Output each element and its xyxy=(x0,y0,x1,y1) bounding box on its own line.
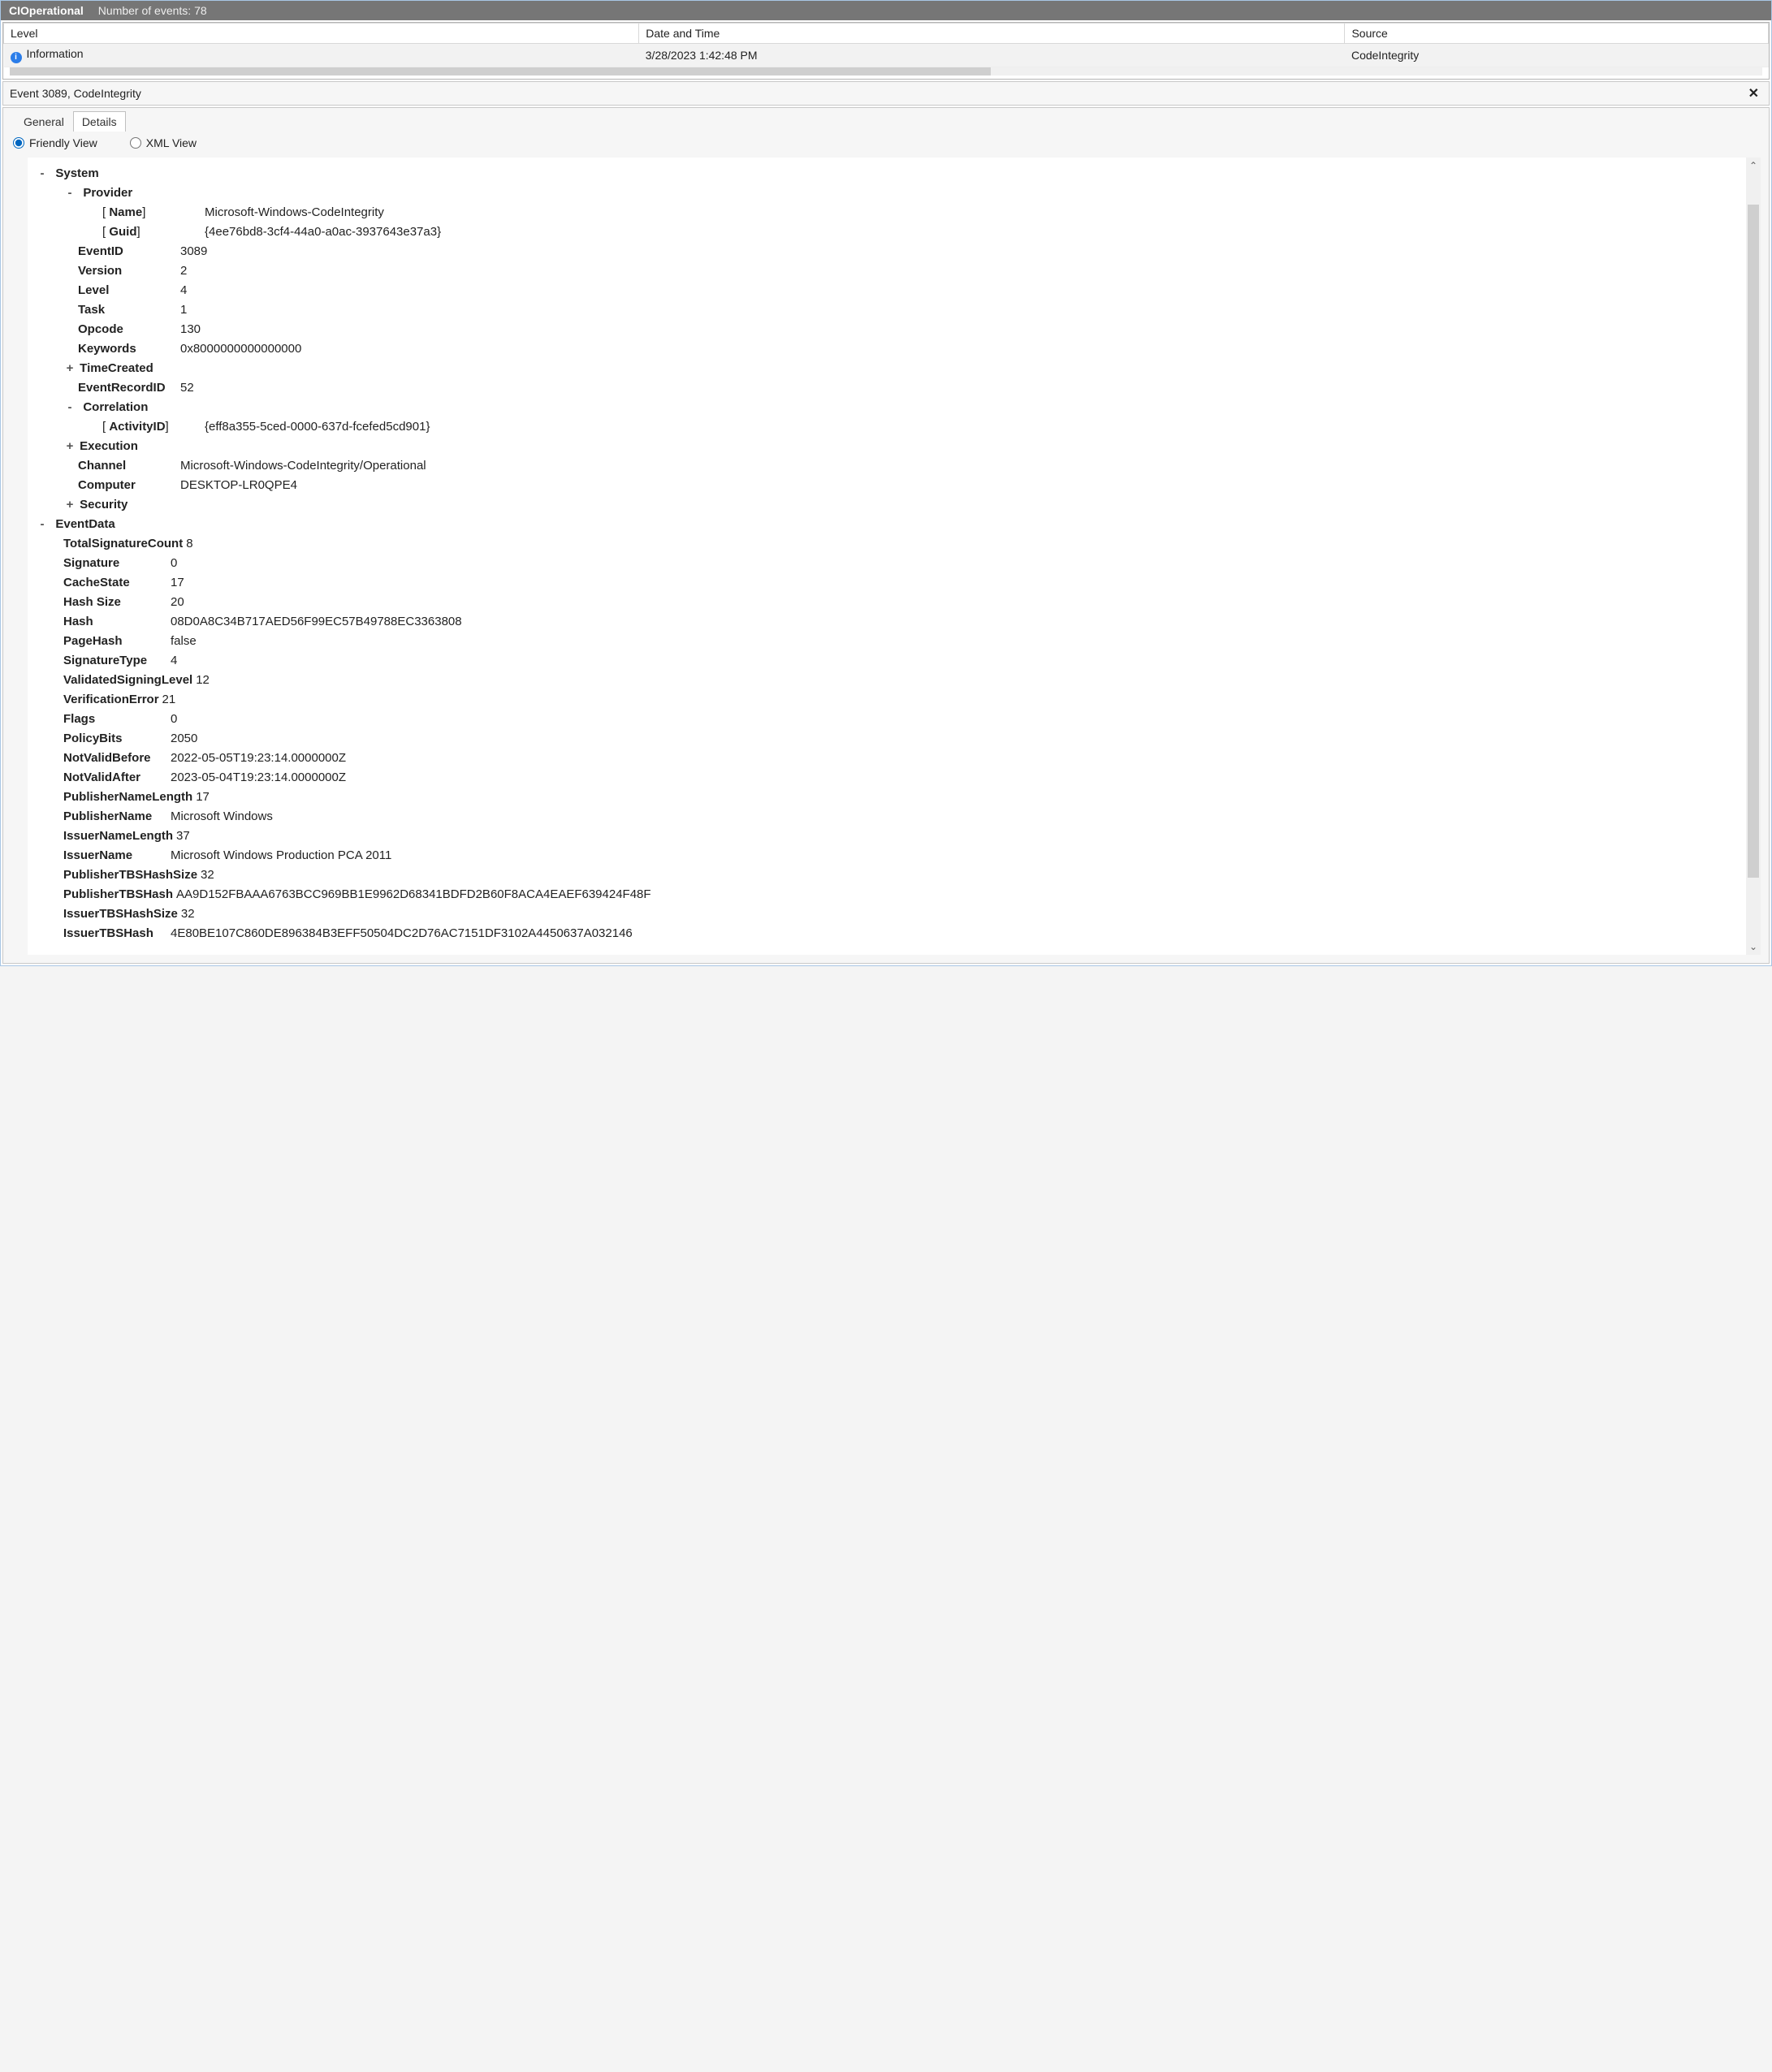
window-title: CIOperational xyxy=(9,4,84,17)
expander-icon[interactable]: - xyxy=(36,164,49,183)
info-icon: i xyxy=(11,52,22,63)
system-channel: ChannelMicrosoft-Windows-CodeIntegrity/O… xyxy=(36,456,1738,476)
ed-policybits: PolicyBits2050 xyxy=(36,729,1738,749)
node-eventdata[interactable]: - EventData xyxy=(36,515,1738,534)
events-hscrollbar[interactable] xyxy=(10,67,1762,76)
node-execution[interactable]: + Execution xyxy=(36,437,1738,456)
system-computer: ComputerDESKTOP-LR0QPE4 xyxy=(36,476,1738,495)
detail-vscrollbar[interactable]: ⌃ ⌄ xyxy=(1746,158,1761,955)
node-timecreated[interactable]: + TimeCreated xyxy=(36,359,1738,378)
ed-cachestate: CacheState17 xyxy=(36,573,1738,593)
close-icon[interactable]: ✕ xyxy=(1745,85,1762,101)
node-system[interactable]: - System xyxy=(36,164,1738,183)
ed-issuertbshash: IssuerTBSHash4E80BE107C860DE896384B3EFF5… xyxy=(36,924,1738,943)
node-correlation[interactable]: - Correlation xyxy=(36,398,1738,417)
provider-guid: Guid{4ee76bd8-3cf4-44a0-a0ac-3937643e37a… xyxy=(36,222,1738,242)
system-task: Task1 xyxy=(36,300,1738,320)
events-grid: Level Date and Time Source iInformation … xyxy=(2,22,1770,80)
radio-xml-input[interactable] xyxy=(130,137,141,149)
ed-notvalidafter: NotValidAfter2023-05-04T19:23:14.0000000… xyxy=(36,768,1738,788)
radio-friendly-view[interactable]: Friendly View xyxy=(13,136,97,149)
expander-icon[interactable]: - xyxy=(63,183,76,203)
ed-issuertbshashsize: IssuerTBSHashSize32 xyxy=(36,904,1738,924)
event-row[interactable]: iInformation 3/28/2023 1:42:48 PM CodeIn… xyxy=(4,44,1769,67)
ed-hash: Hash08D0A8C34B717AED56F99EC57B49788EC336… xyxy=(36,612,1738,632)
cell-level: iInformation xyxy=(4,44,639,67)
scroll-down-icon[interactable]: ⌄ xyxy=(1746,939,1761,955)
col-source[interactable]: Source xyxy=(1345,24,1769,44)
ed-flags: Flags0 xyxy=(36,710,1738,729)
node-provider[interactable]: - Provider xyxy=(36,183,1738,203)
events-header-row: Level Date and Time Source xyxy=(4,24,1769,44)
system-version: Version2 xyxy=(36,261,1738,281)
tab-general[interactable]: General xyxy=(15,111,73,132)
ed-notvalidbefore: NotValidBefore2022-05-05T19:23:14.000000… xyxy=(36,749,1738,768)
system-level: Level4 xyxy=(36,281,1738,300)
system-keywords: Keywords0x8000000000000000 xyxy=(36,339,1738,359)
radio-xml-view[interactable]: XML View xyxy=(130,136,197,149)
radio-friendly-input[interactable] xyxy=(13,137,24,149)
expander-icon[interactable]: - xyxy=(36,515,49,534)
system-opcode: Opcode130 xyxy=(36,320,1738,339)
expander-icon[interactable]: + xyxy=(63,495,76,515)
provider-name: NameMicrosoft-Windows-CodeIntegrity xyxy=(36,203,1738,222)
expander-icon[interactable]: + xyxy=(63,359,76,378)
detail-tabs: General Details xyxy=(3,108,1769,132)
window-titlebar: CIOperational Number of events: 78 xyxy=(1,1,1771,20)
ed-publishernamelength: PublisherNameLength17 xyxy=(36,788,1738,807)
col-datetime[interactable]: Date and Time xyxy=(639,24,1345,44)
ed-issuernamelength: IssuerNameLength37 xyxy=(36,827,1738,846)
system-eventid: EventID3089 xyxy=(36,242,1738,261)
ed-signaturetype: SignatureType4 xyxy=(36,651,1738,671)
system-eventrecordid: EventRecordID52 xyxy=(36,378,1738,398)
ed-pagehash: PageHashfalse xyxy=(36,632,1738,651)
cell-source: CodeIntegrity xyxy=(1345,44,1769,67)
event-count: Number of events: 78 xyxy=(98,4,207,17)
expander-icon[interactable]: + xyxy=(63,437,76,456)
detail-title: Event 3089, CodeIntegrity xyxy=(10,87,141,100)
ed-hashsize: Hash Size20 xyxy=(36,593,1738,612)
col-level[interactable]: Level xyxy=(4,24,639,44)
ed-issuername: IssuerNameMicrosoft Windows Production P… xyxy=(36,846,1738,865)
event-detail-tree: - System - Provider NameMicrosoft-Window… xyxy=(28,158,1746,955)
ed-publishername: PublisherNameMicrosoft Windows xyxy=(36,807,1738,827)
ed-validatedsigninglevel: ValidatedSigningLevel12 xyxy=(36,671,1738,690)
ed-totalsignaturecount: TotalSignatureCount8 xyxy=(36,534,1738,554)
ed-verificationerror: VerificationError21 xyxy=(36,690,1738,710)
scroll-up-icon[interactable]: ⌃ xyxy=(1746,158,1761,174)
ed-publishertbshashsize: PublisherTBSHashSize32 xyxy=(36,865,1738,885)
expander-icon[interactable]: - xyxy=(63,398,76,417)
detail-pane-header: Event 3089, CodeIntegrity ✕ xyxy=(2,81,1770,106)
node-security[interactable]: + Security xyxy=(36,495,1738,515)
correlation-activityid: ActivityID{eff8a355-5ced-0000-637d-fcefe… xyxy=(36,417,1738,437)
ed-signature: Signature0 xyxy=(36,554,1738,573)
cell-datetime: 3/28/2023 1:42:48 PM xyxy=(639,44,1345,67)
tab-details[interactable]: Details xyxy=(73,111,126,132)
ed-publishertbshash: PublisherTBSHashAA9D152FBAAA6763BCC969BB… xyxy=(36,885,1738,904)
